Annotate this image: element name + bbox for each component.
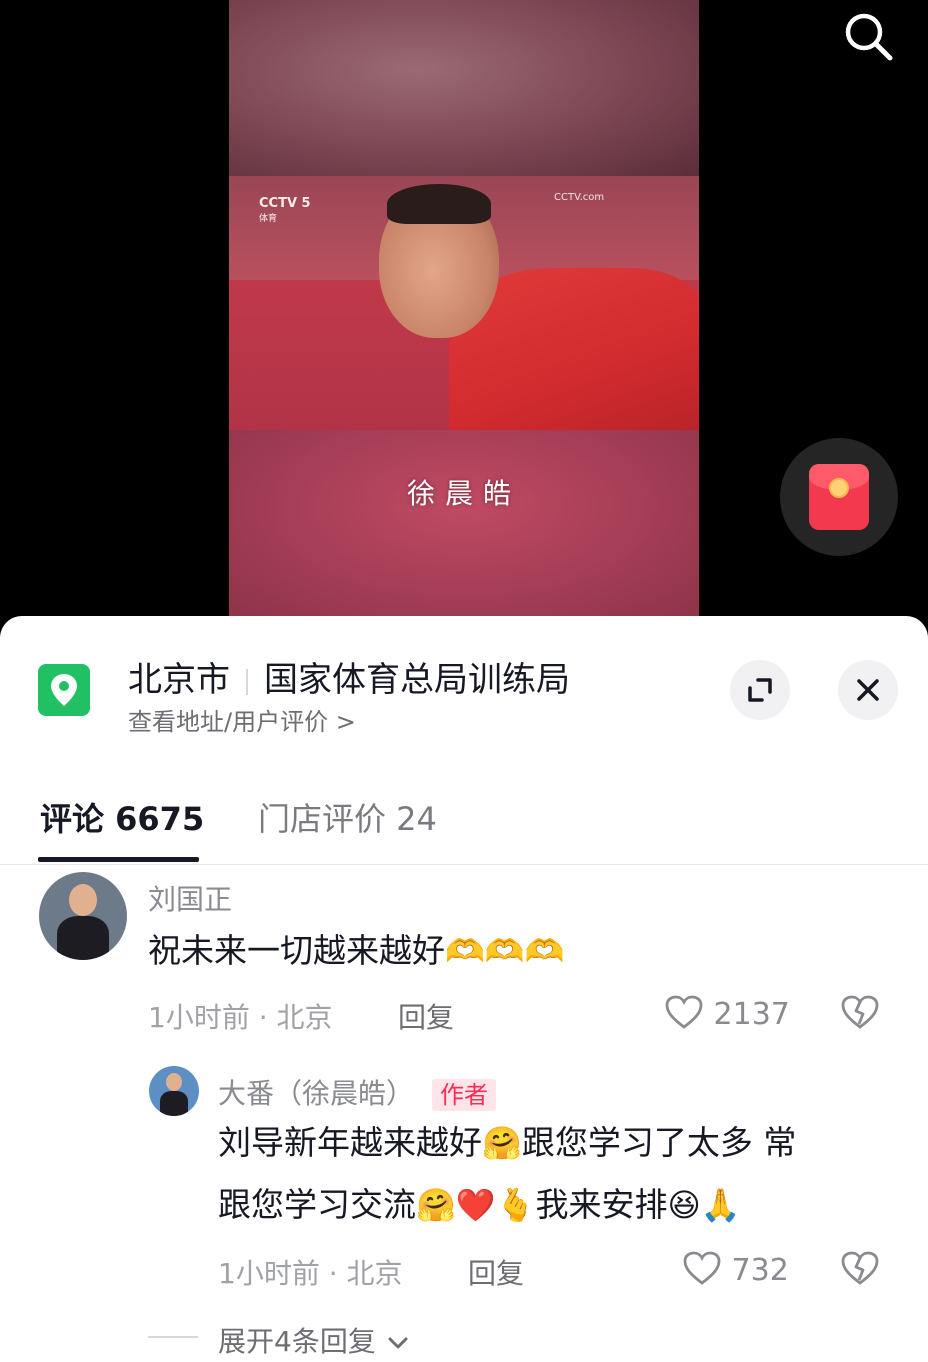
heart-icon <box>683 1251 721 1285</box>
broken-heart-icon <box>841 1251 879 1285</box>
comment-text: 祝未来一切越来越好🫶🫶🫶 <box>148 920 565 982</box>
channel-logo: CCTV 5 体育 <box>259 196 311 224</box>
tab-comments[interactable]: 评论 6675 <box>40 794 204 840</box>
red-packet-button[interactable] <box>780 438 898 556</box>
video-athlete <box>379 184 699 438</box>
active-tab-indicator <box>38 857 199 862</box>
broken-heart-icon <box>841 995 879 1029</box>
reply-text-line2: 跟您学习交流🤗❤️🫰我来安排😆🙏 <box>218 1174 741 1236</box>
like-count: 732 <box>731 1253 789 1288</box>
like-count: 2137 <box>713 997 790 1032</box>
channel-logo-text: CCTV 5 <box>259 196 311 211</box>
expand-replies-button[interactable]: 展开4条回复 <box>218 1320 411 1360</box>
avatar-body <box>160 1091 188 1116</box>
avatar-face <box>166 1073 182 1091</box>
reply-text-part: 跟您学习了太多 常 <box>521 1123 797 1162</box>
athlete-hair <box>387 184 491 224</box>
avatar[interactable] <box>149 1066 199 1116</box>
reply-button[interactable]: 回复 <box>468 1252 524 1292</box>
comment-item: 刘国正 祝未来一切越来越好🫶🫶🫶 1小时前 · 北京 回复 2137 <box>0 868 928 1048</box>
location-pin-icon[interactable] <box>38 664 90 716</box>
tab-store-reviews[interactable]: 门店评价 24 <box>258 794 437 840</box>
reply-item: 大番（徐晨皓） 作者 刘导新年越来越好🤗跟您学习了太多 常 跟您学习交流🤗❤️🫰我… <box>0 1064 928 1324</box>
video-player[interactable]: CCTV 5 体育 CCTV.com 徐晨皓 <box>229 0 699 620</box>
expand-icon <box>748 678 772 702</box>
expand-divider <box>148 1336 198 1338</box>
like-button[interactable]: 2137 <box>664 994 790 1032</box>
expand-replies-label: 展开4条回复 <box>218 1325 376 1358</box>
expand-button[interactable] <box>730 660 790 720</box>
video-blur-top <box>229 0 699 176</box>
reply-username[interactable]: 大番（徐晨皓） 作者 <box>218 1072 497 1112</box>
reply-text-line1: 刘导新年越来越好🤗跟您学习了太多 常 <box>218 1112 796 1174</box>
dislike-button[interactable] <box>840 1250 880 1294</box>
title-divider <box>246 668 248 695</box>
comment-username[interactable]: 刘国正 <box>148 878 232 918</box>
author-badge: 作者 <box>432 1079 497 1111</box>
avatar-face <box>69 884 97 916</box>
location-subtitle-link[interactable]: 查看地址/用户评价 > <box>128 702 356 737</box>
reply-button[interactable]: 回复 <box>398 996 454 1036</box>
dislike-button[interactable] <box>840 994 880 1038</box>
reply-text-part: 刘导新年越来越好 <box>218 1123 482 1162</box>
reply-username-text: 大番（徐晨皓） <box>218 1077 415 1110</box>
location-city: 北京市 <box>128 660 230 700</box>
comment-text-body: 祝未来一切越来越好 <box>148 931 445 970</box>
comment-meta: 1小时前 · 北京 <box>148 1001 333 1034</box>
chevron-down-icon <box>388 1337 408 1349</box>
comment-sheet: 北京市 国家体育总局训练局 查看地址/用户评价 > 评论 6675 门店评价 24… <box>0 616 928 1362</box>
hug-emoji: 🤗 <box>482 1124 522 1162</box>
location-pin-glyph <box>51 674 77 706</box>
close-icon <box>857 679 879 701</box>
avatar[interactable] <box>39 872 127 960</box>
video-bottom-glow <box>229 430 699 620</box>
location-place: 国家体育总局训练局 <box>264 660 570 700</box>
close-button[interactable] <box>838 660 898 720</box>
avatar-body <box>57 916 109 960</box>
reply-text-part: 跟您学习交流 <box>218 1185 416 1224</box>
reply-meta: 1小时前 · 北京 <box>218 1257 403 1290</box>
search-icon <box>845 13 893 61</box>
red-packet-icon <box>809 464 869 530</box>
video-caption: 徐晨皓 <box>406 477 521 510</box>
pray-emoji: 😆🙏 <box>667 1186 741 1224</box>
search-button[interactable] <box>840 8 896 64</box>
red-packet-coin <box>829 478 849 498</box>
heart-icon <box>665 995 703 1029</box>
channel-logo-sub: 体育 <box>259 214 278 224</box>
location-title[interactable]: 北京市 国家体育总局训练局 <box>128 652 570 701</box>
cheer-emoji: 🫶🫶🫶 <box>445 932 565 970</box>
comment-tabs: 评论 6675 门店评价 24 <box>0 794 928 865</box>
heart-emoji: 🤗❤️🫰 <box>416 1186 536 1224</box>
reply-text-part: 我来安排 <box>535 1185 668 1224</box>
channel-watermark: CCTV.com <box>554 192 605 203</box>
like-button[interactable]: 732 <box>682 1250 789 1288</box>
